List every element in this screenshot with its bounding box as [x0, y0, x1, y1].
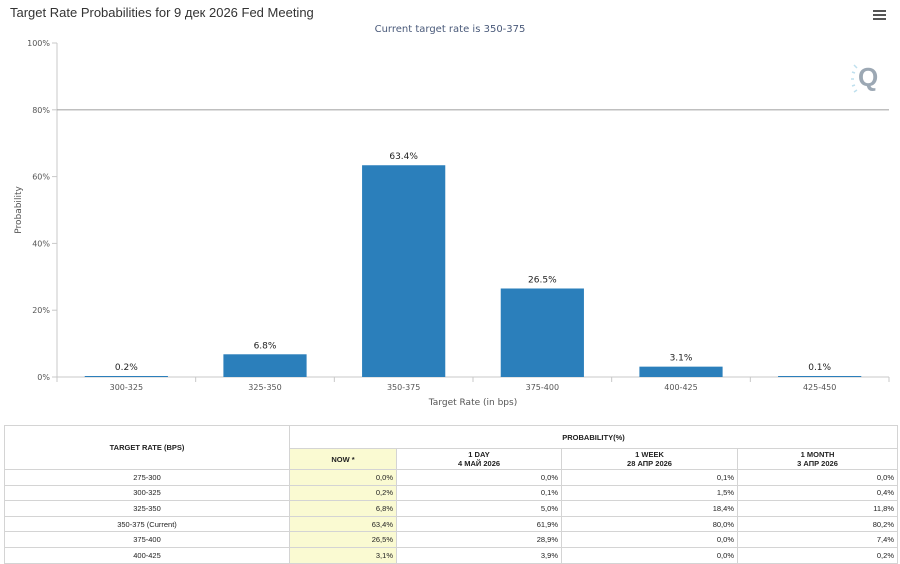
- x-tick-label: 325-350: [248, 383, 281, 392]
- y-tick-label: 0%: [37, 373, 50, 382]
- y-tick-label: 100%: [27, 39, 50, 48]
- x-axis-title: Target Rate (in bps): [428, 398, 517, 408]
- rate-cell: 375-400: [4, 531, 290, 548]
- probability-cell: 26,5%: [289, 531, 397, 548]
- period-column-header[interactable]: 1 MONTH 3 АПР 2026: [737, 448, 898, 470]
- period-header-label: NOW *: [331, 454, 355, 464]
- probability-cell: 0,0%: [737, 469, 898, 486]
- probability-cell: 0,0%: [561, 531, 738, 548]
- probability-cell: 0,2%: [289, 484, 397, 502]
- bar-data-label: 26.5%: [528, 275, 557, 285]
- table-row: 275-300 0,0% 0,0% 0,1% 0,0%: [4, 469, 898, 486]
- probability-cell: 80,0%: [561, 515, 738, 533]
- period-column-header: NOW *: [289, 448, 397, 470]
- bar-data-label: 0.2%: [115, 363, 138, 373]
- x-tick-label: 425-450: [803, 383, 836, 392]
- probability-cell: 0,1%: [396, 484, 562, 502]
- svg-text:Q: Q: [858, 62, 878, 92]
- probability-group-header: PROBABILITY(%): [289, 425, 898, 449]
- probability-cell: 1,5%: [561, 484, 738, 502]
- bar-data-label: 6.8%: [254, 341, 277, 351]
- period-column-header[interactable]: 1 DAY 4 МАЙ 2026: [396, 448, 562, 470]
- y-tick-label: 20%: [32, 306, 50, 315]
- period-column-header[interactable]: 1 WEEK 28 АПР 2026: [561, 448, 738, 470]
- probability-cell: 0,0%: [289, 469, 397, 486]
- table-row: 325-350 6,8% 5,0% 18,4% 11,8%: [4, 500, 898, 517]
- bar: [639, 366, 723, 377]
- rate-cell: 350-375 (Current): [4, 515, 290, 533]
- probability-table: TARGET RATE (BPS) PROBABILITY(%) NOW * 1 …: [4, 425, 898, 564]
- probability-cell: 0,1%: [561, 469, 738, 486]
- x-tick-label: 300-325: [110, 383, 143, 392]
- probability-cell: 0,4%: [737, 484, 898, 502]
- bar: [362, 165, 446, 377]
- probability-table-panel: TARGET RATE (BPS) PROBABILITY(%) NOW * 1 …: [4, 425, 898, 564]
- y-tick-label: 40%: [32, 239, 50, 248]
- chart-panel: Target Rate Probabilities for 9 дек 2026…: [0, 0, 900, 418]
- rate-cell: 300-325: [4, 484, 290, 502]
- period-header-date: 4 МАЙ 2026: [457, 459, 501, 468]
- bar: [223, 354, 307, 377]
- rate-cell: 325-350: [4, 500, 290, 517]
- probability-cell: 63,4%: [289, 515, 397, 533]
- y-axis-title: Probability: [14, 186, 24, 234]
- probability-cell: 61,9%: [396, 515, 562, 533]
- probability-cell: 0,0%: [396, 469, 562, 486]
- probability-cell: 18,4%: [561, 500, 738, 517]
- rate-column-header: TARGET RATE (BPS): [4, 425, 290, 470]
- q-logo-icon: Q: [851, 62, 878, 93]
- bar: [500, 288, 584, 377]
- x-tick-label: 400-425: [664, 383, 697, 392]
- probability-bar-chart: 0% 20% 40% 60% 80% 100% 0.2% 300-325 6.8% 325-350…: [14, 39, 890, 408]
- y-tick-label: 80%: [32, 106, 50, 115]
- y-tick-label: 60%: [32, 173, 50, 182]
- bar-data-label: 0.1%: [808, 363, 831, 373]
- period-header-date: 3 АПР 2026: [797, 459, 838, 468]
- period-header-label: 1 DAY: [468, 450, 490, 459]
- period-header-label: 1 WEEK: [635, 450, 664, 459]
- table-row: 300-325 0,2% 0,1% 1,5% 0,4%: [4, 484, 898, 502]
- table-row: 375-400 26,5% 28,9% 0,0% 7,4%: [4, 531, 898, 548]
- rate-cell: 275-300: [4, 469, 290, 486]
- bar-data-label: 63.4%: [389, 152, 418, 162]
- x-tick-label: 350-375: [387, 383, 420, 392]
- bar: [778, 376, 862, 377]
- probability-cell: 80,2%: [737, 515, 898, 533]
- probability-cell: 6,8%: [289, 500, 397, 517]
- probability-cell: 5,0%: [396, 500, 562, 517]
- x-tick-label: 375-400: [526, 383, 559, 392]
- bar: [84, 376, 168, 377]
- period-header-date: 28 АПР 2026: [627, 459, 672, 468]
- bar-data-label: 3.1%: [670, 354, 693, 364]
- probability-cell: 7,4%: [737, 531, 898, 548]
- probability-cell: 28,9%: [396, 531, 562, 548]
- period-header-label: 1 MONTH: [800, 450, 835, 459]
- probability-cell: 11,8%: [737, 500, 898, 517]
- table-row: 350-375 (Current) 63,4% 61,9% 80,0% 80,2%: [4, 515, 898, 533]
